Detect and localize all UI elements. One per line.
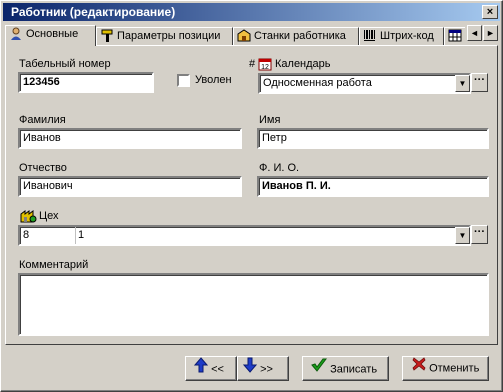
surname-input[interactable]: Иванов bbox=[18, 128, 242, 149]
calendar-combobox[interactable]: Односменная работа bbox=[258, 73, 471, 94]
fio-input[interactable]: Иванов П. И. bbox=[257, 176, 489, 197]
svg-text:12: 12 bbox=[261, 64, 269, 71]
name-label: Имя bbox=[259, 114, 281, 126]
name-input[interactable]: Петр bbox=[257, 128, 489, 149]
shop-ellipsis-button[interactable]: ··· bbox=[471, 225, 488, 244]
next-record-label: >> bbox=[260, 363, 273, 376]
tab-scroll-left-button[interactable]: ◄ bbox=[467, 25, 482, 41]
employee-edit-window: Работник (редактирование) × Основные Пар… bbox=[0, 0, 503, 392]
previous-record-label: << bbox=[211, 363, 224, 376]
tab-barcode[interactable]: Штрих-код bbox=[359, 27, 444, 46]
comment-label: Комментарий bbox=[19, 259, 89, 271]
tabel-number-label: Табельный номер bbox=[19, 58, 111, 70]
patronymic-label: Отчество bbox=[19, 162, 67, 174]
shop-combobox[interactable]: 81 bbox=[18, 225, 471, 246]
calendar-label: Календарь bbox=[275, 58, 331, 70]
shop-code: 8 bbox=[23, 229, 30, 241]
patronymic-input[interactable]: Иванович bbox=[18, 176, 242, 197]
calendar-ellipsis-button[interactable]: ··· bbox=[471, 73, 488, 92]
calendar-dropdown-button[interactable]: ▼ bbox=[455, 75, 470, 92]
next-record-button[interactable]: >> bbox=[237, 356, 289, 381]
surname-label: Фамилия bbox=[19, 114, 66, 126]
tab-strip: Основные Параметры позиции Станки работн… bbox=[5, 25, 465, 46]
cancel-label: Отменить bbox=[429, 362, 480, 375]
fio-label: Ф. И. О. bbox=[259, 162, 300, 174]
fired-label: Уволен bbox=[195, 74, 232, 86]
save-label: Записать bbox=[330, 363, 378, 376]
tab-main[interactable]: Основные bbox=[5, 25, 96, 46]
arrow-down-icon bbox=[242, 357, 258, 382]
tab-machines-label: Станки работника bbox=[254, 30, 346, 42]
fired-checkbox[interactable] bbox=[177, 74, 190, 87]
tab-position-params-label: Параметры позиции bbox=[117, 30, 221, 42]
shop-label: Цех bbox=[39, 210, 59, 222]
shop-name: 1 bbox=[78, 229, 85, 241]
barcode-icon bbox=[363, 29, 377, 42]
tab-table[interactable] bbox=[444, 27, 465, 46]
tab-scroll-right-button[interactable]: ► bbox=[483, 25, 498, 41]
checkmark-icon bbox=[311, 357, 327, 382]
arrow-up-icon bbox=[193, 357, 209, 382]
tab-barcode-label: Штрих-код bbox=[380, 30, 434, 42]
save-button[interactable]: Записать bbox=[302, 356, 389, 381]
cross-icon bbox=[412, 357, 426, 380]
close-button[interactable]: × bbox=[482, 5, 498, 19]
previous-record-button[interactable]: << bbox=[185, 356, 237, 381]
shop-icon bbox=[19, 207, 37, 226]
shop-dropdown-button[interactable]: ▼ bbox=[455, 227, 470, 244]
table-icon bbox=[448, 29, 462, 42]
tab-machines[interactable]: Станки работника bbox=[233, 27, 359, 46]
comment-textarea[interactable] bbox=[18, 273, 489, 336]
cancel-button[interactable]: Отменить bbox=[402, 356, 489, 381]
tab-position-params[interactable]: Параметры позиции bbox=[96, 27, 233, 46]
machine-icon bbox=[237, 29, 251, 42]
calendar-icon: 12 bbox=[258, 57, 272, 74]
title-bar[interactable]: Работник (редактирование) × bbox=[3, 3, 500, 21]
tab-main-label: Основные bbox=[26, 28, 79, 40]
tabel-number-input[interactable]: 123456 bbox=[18, 72, 154, 93]
person-icon bbox=[9, 27, 23, 40]
calendar-prefix: # bbox=[249, 58, 256, 70]
hammer-icon bbox=[100, 29, 114, 42]
window-title: Работник (редактирование) bbox=[11, 5, 176, 19]
